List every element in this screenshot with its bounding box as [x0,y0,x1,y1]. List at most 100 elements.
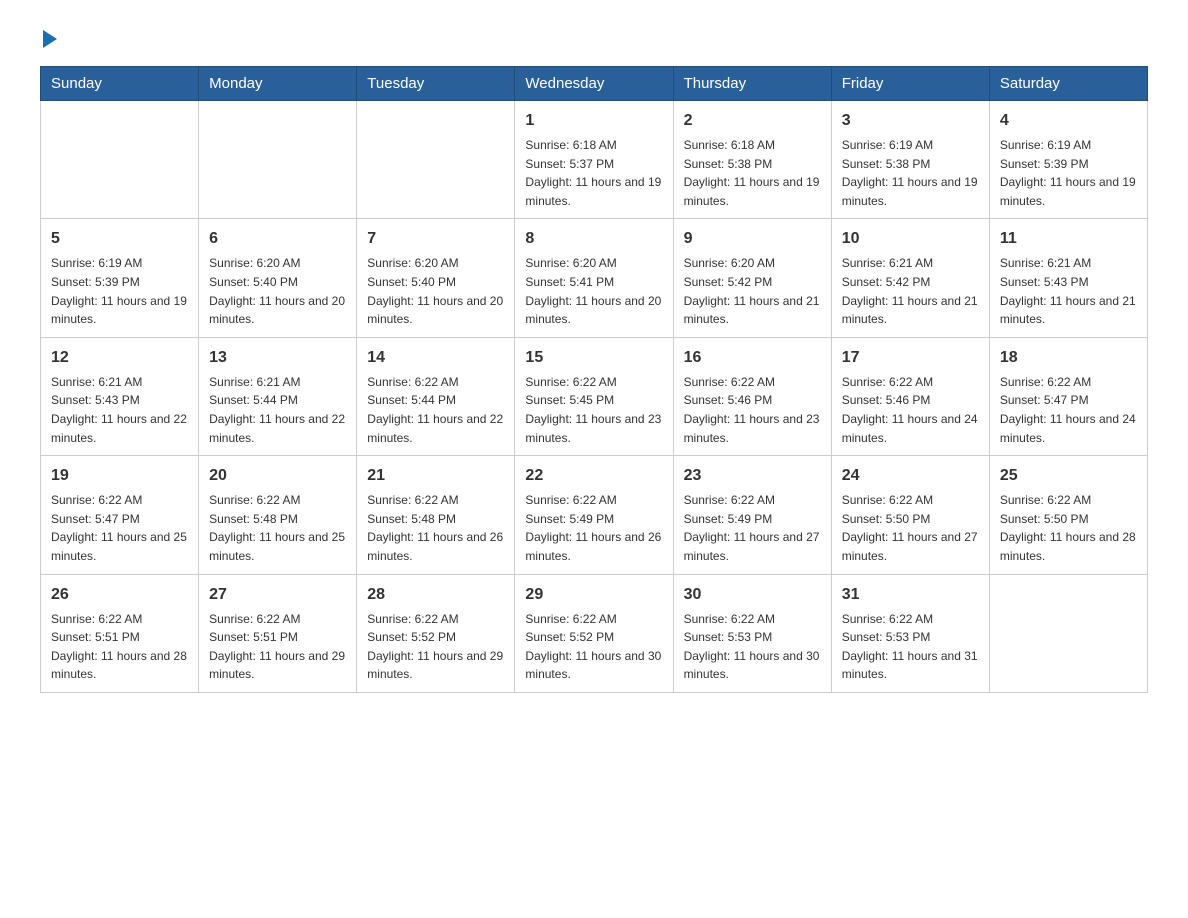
day-info: Sunrise: 6:22 AMSunset: 5:47 PMDaylight:… [1000,373,1137,447]
sunrise-line: Sunrise: 6:20 AM [367,256,458,270]
day-number: 19 [51,464,188,488]
day-info: Sunrise: 6:20 AMSunset: 5:42 PMDaylight:… [684,254,821,328]
sunrise-line: Sunrise: 6:19 AM [1000,138,1091,152]
day-info: Sunrise: 6:22 AMSunset: 5:53 PMDaylight:… [842,610,979,684]
day-info: Sunrise: 6:22 AMSunset: 5:46 PMDaylight:… [684,373,821,447]
daylight-line: Daylight: 11 hours and 20 minutes. [209,294,345,327]
calendar-cell [199,101,357,219]
day-info: Sunrise: 6:21 AMSunset: 5:42 PMDaylight:… [842,254,979,328]
calendar-cell: 22Sunrise: 6:22 AMSunset: 5:49 PMDayligh… [515,456,673,574]
sunset-line: Sunset: 5:38 PM [684,157,773,171]
sunrise-line: Sunrise: 6:22 AM [842,375,933,389]
logo [40,30,57,46]
sunrise-line: Sunrise: 6:18 AM [684,138,775,152]
calendar-cell: 14 Sunrise: 6:22 AM Sunset: 5:44 PM Dayligh… [357,337,515,455]
calendar-cell [989,574,1147,692]
sunset-line: Sunset: 5:49 PM [525,512,614,526]
sunset-line: Sunset: 5:53 PM [684,630,773,644]
day-info: Sunrise: 6:20 AMSunset: 5:40 PMDaylight:… [367,254,504,328]
day-number: 24 [842,464,979,488]
daylight-line: Daylight: 11 hours and 19 minutes. [51,294,187,327]
sunset-line: Sunset: 5:47 PM [51,512,140,526]
daylight-line: Daylight: 11 hours and 19 minutes. [842,175,978,208]
day-number: 6 [209,227,346,251]
header-day-sunday: Sunday [41,67,199,101]
daylight-line: Daylight: 11 hours and 30 minutes. [525,649,661,682]
day-info: Sunrise: 6:19 AMSunset: 5:39 PMDaylight:… [51,254,188,328]
sunset-line: Sunset: 5:37 PM [525,157,614,171]
day-number: 22 [525,464,662,488]
day-number: 9 [684,227,821,251]
day-number: 13 [209,346,346,370]
day-info: Sunrise: 6:22 AMSunset: 5:50 PMDaylight:… [1000,491,1137,565]
day-number: 12 [51,346,188,370]
sunrise-line: Sunrise: 6:22 AM [367,612,458,626]
calendar-cell: 11Sunrise: 6:21 AMSunset: 5:43 PMDayligh… [989,219,1147,337]
sunset-line: Sunset: 5:46 PM [684,393,773,407]
calendar-cell: 23Sunrise: 6:22 AMSunset: 5:49 PMDayligh… [673,456,831,574]
calendar-cell: 6Sunrise: 6:20 AMSunset: 5:40 PMDaylight… [199,219,357,337]
day-number: 4 [1000,109,1137,133]
calendar-table: SundayMondayTuesdayWednesdayThursdayFrid… [40,66,1148,693]
day-number: 7 [367,227,504,251]
header-day-saturday: Saturday [989,67,1147,101]
calendar-cell: 3Sunrise: 6:19 AMSunset: 5:38 PMDaylight… [831,101,989,219]
calendar-cell [357,101,515,219]
sunrise-line: Sunrise: 6:22 AM [367,375,458,389]
day-info: Sunrise: 6:22 AMSunset: 5:52 PMDaylight:… [367,610,504,684]
calendar-cell: 10Sunrise: 6:21 AMSunset: 5:42 PMDayligh… [831,219,989,337]
sunset-line: Sunset: 5:49 PM [684,512,773,526]
sunset-line: Sunset: 5:44 PM [367,393,456,407]
day-info: Sunrise: 6:22 AMSunset: 5:47 PMDaylight:… [51,491,188,565]
calendar-cell: 5Sunrise: 6:19 AMSunset: 5:39 PMDaylight… [41,219,199,337]
day-info: Sunrise: 6:22 AMSunset: 5:51 PMDaylight:… [51,610,188,684]
header-day-tuesday: Tuesday [357,67,515,101]
daylight-line: Daylight: 11 hours and 26 minutes. [525,530,661,563]
header-day-thursday: Thursday [673,67,831,101]
day-number: 14 [367,346,504,370]
calendar-cell: 9Sunrise: 6:20 AMSunset: 5:42 PMDaylight… [673,219,831,337]
calendar-cell: 29Sunrise: 6:22 AMSunset: 5:52 PMDayligh… [515,574,673,692]
daylight-line: Daylight: 11 hours and 22 minutes. [367,412,503,445]
day-info: Sunrise: 6:22 AMSunset: 5:48 PMDaylight:… [367,491,504,565]
calendar-cell: 26 Sunrise: 6:22 AMSunset: 5:51 PMDayligh… [41,574,199,692]
day-number: 23 [684,464,821,488]
sunset-line: Sunset: 5:42 PM [842,275,931,289]
week-row-0: 1Sunrise: 6:18 AMSunset: 5:37 PMDaylight… [41,101,1148,219]
sunrise-line: Sunrise: 6:22 AM [51,612,142,626]
calendar-cell: 1Sunrise: 6:18 AMSunset: 5:37 PMDaylight… [515,101,673,219]
day-number: 15 [525,346,662,370]
day-number: 8 [525,227,662,251]
daylight-line: Daylight: 11 hours and 22 minutes. [209,412,345,445]
sunrise-line: Sunrise: 6:20 AM [684,256,775,270]
daylight-line: Daylight: 11 hours and 19 minutes. [684,175,820,208]
calendar-cell: 7 Sunrise: 6:20 AMSunset: 5:40 PMDaylight… [357,219,515,337]
day-number: 2 [684,109,821,133]
sunset-line: Sunset: 5:40 PM [209,275,298,289]
logo-triangle [43,30,57,48]
daylight-line: Daylight: 11 hours and 22 minutes. [51,412,187,445]
calendar-cell: 20 Sunrise: 6:22 AMSunset: 5:48 PMDayligh… [199,456,357,574]
header-day-monday: Monday [199,67,357,101]
sunrise-line: Sunrise: 6:22 AM [51,493,142,507]
calendar-cell: 12Sunrise: 6:21 AMSunset: 5:43 PMDayligh… [41,337,199,455]
daylight-line: Daylight: 11 hours and 27 minutes. [684,530,820,563]
daylight-line: Daylight: 11 hours and 21 minutes. [1000,294,1136,327]
calendar-cell [41,101,199,219]
day-info: Sunrise: 6:22 AMSunset: 5:48 PMDaylight:… [209,491,346,565]
daylight-line: Daylight: 11 hours and 29 minutes. [209,649,345,682]
sunset-line: Sunset: 5:42 PM [684,275,773,289]
sunset-line: Sunset: 5:39 PM [51,275,140,289]
daylight-line: Daylight: 11 hours and 19 minutes. [525,175,661,208]
daylight-line: Daylight: 11 hours and 26 minutes. [367,530,503,563]
sunset-line: Sunset: 5:52 PM [525,630,614,644]
calendar-cell: 19Sunrise: 6:22 AMSunset: 5:47 PMDayligh… [41,456,199,574]
day-info: Sunrise: 6:22 AMSunset: 5:45 PMDaylight:… [525,373,662,447]
day-number: 20 [209,464,346,488]
day-number: 26 [51,583,188,607]
header-row: SundayMondayTuesdayWednesdayThursdayFrid… [41,67,1148,101]
day-info: Sunrise: 6:18 AM Sunset: 5:38 PM Daylight:… [684,136,821,210]
sunset-line: Sunset: 5:43 PM [51,393,140,407]
sunrise-line: Sunrise: 6:22 AM [842,493,933,507]
daylight-line: Daylight: 11 hours and 20 minutes. [367,294,503,327]
